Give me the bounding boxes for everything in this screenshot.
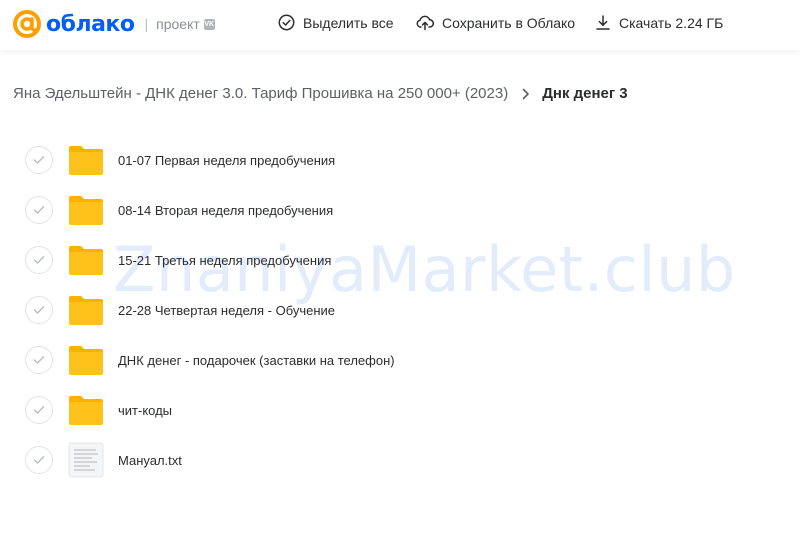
list-item[interactable]: 08-14 Вторая неделя предобучения bbox=[0, 185, 800, 235]
check-icon bbox=[33, 306, 45, 314]
vk-icon: VK bbox=[203, 18, 215, 30]
item-name[interactable]: 15-21 Третья неделя предобучения bbox=[118, 253, 331, 268]
folder-icon bbox=[69, 146, 103, 175]
brand-logo[interactable]: облако | проект VK bbox=[12, 9, 215, 39]
item-name[interactable]: 22-28 Четвертая неделя - Обучение bbox=[118, 303, 335, 318]
text-file-icon bbox=[68, 442, 104, 478]
list-item[interactable]: 22-28 Четвертая неделя - Обучение bbox=[0, 285, 800, 335]
select-all-button[interactable]: Выделить все bbox=[278, 14, 394, 31]
check-icon bbox=[33, 406, 45, 414]
row-select-checkbox[interactable] bbox=[25, 146, 53, 174]
row-select-checkbox[interactable] bbox=[25, 396, 53, 424]
cloud-upload-icon bbox=[416, 15, 434, 31]
breadcrumb-current: Днк денег 3 bbox=[542, 85, 628, 102]
check-icon bbox=[33, 456, 45, 464]
folder-icon bbox=[69, 196, 103, 225]
item-name[interactable]: чит-коды bbox=[118, 403, 172, 418]
list-item[interactable]: Мануал.txt bbox=[0, 435, 800, 485]
row-select-checkbox[interactable] bbox=[25, 346, 53, 374]
download-label: Скачать 2.24 ГБ bbox=[619, 14, 724, 31]
check-icon bbox=[33, 156, 45, 164]
item-name[interactable]: 01-07 Первая неделя предобучения bbox=[118, 153, 335, 168]
save-to-cloud-label: Сохранить в Облако bbox=[442, 14, 576, 31]
brand-name: облако bbox=[46, 11, 135, 37]
folder-icon bbox=[69, 396, 103, 425]
list-item[interactable]: чит-коды bbox=[0, 385, 800, 435]
item-name[interactable]: Мануал.txt bbox=[118, 453, 182, 468]
item-name[interactable]: ДНК денег - подарочек (заставки на телеф… bbox=[118, 353, 395, 368]
folder-icon bbox=[69, 296, 103, 325]
breadcrumb-parent-link[interactable]: Яна Эдельштейн - ДНК денег 3.0. Тариф Пр… bbox=[13, 85, 508, 102]
row-select-checkbox[interactable] bbox=[25, 246, 53, 274]
list-item[interactable]: ДНК денег - подарочек (заставки на телеф… bbox=[0, 335, 800, 385]
list-item[interactable]: 01-07 Первая неделя предобучения bbox=[0, 135, 800, 185]
download-button[interactable]: Скачать 2.24 ГБ bbox=[595, 14, 723, 31]
row-select-checkbox[interactable] bbox=[25, 296, 53, 324]
file-list: 01-07 Первая неделя предобучения 08-14 В… bbox=[0, 135, 800, 485]
select-all-label: Выделить все bbox=[303, 14, 394, 31]
check-circle-icon bbox=[278, 14, 295, 31]
brand-separator: | bbox=[144, 16, 149, 32]
row-select-checkbox[interactable] bbox=[25, 446, 53, 474]
save-to-cloud-button[interactable]: Сохранить в Облако bbox=[416, 14, 575, 31]
row-select-checkbox[interactable] bbox=[25, 196, 53, 224]
chevron-right-icon bbox=[522, 88, 530, 99]
breadcrumb: Яна Эдельштейн - ДНК денег 3.0. Тариф Пр… bbox=[13, 85, 628, 102]
download-icon bbox=[596, 15, 610, 30]
check-icon bbox=[33, 256, 45, 264]
list-item[interactable]: 15-21 Третья неделя предобучения bbox=[0, 235, 800, 285]
check-icon bbox=[33, 206, 45, 214]
item-name[interactable]: 08-14 Вторая неделя предобучения bbox=[118, 203, 333, 218]
check-icon bbox=[33, 356, 45, 364]
folder-icon bbox=[69, 346, 103, 375]
at-sign-icon bbox=[13, 10, 41, 38]
folder-icon bbox=[69, 246, 103, 275]
brand-subtitle: проект bbox=[156, 16, 200, 32]
top-header: облако | проект VK Выделить все Сохранит… bbox=[0, 0, 800, 50]
